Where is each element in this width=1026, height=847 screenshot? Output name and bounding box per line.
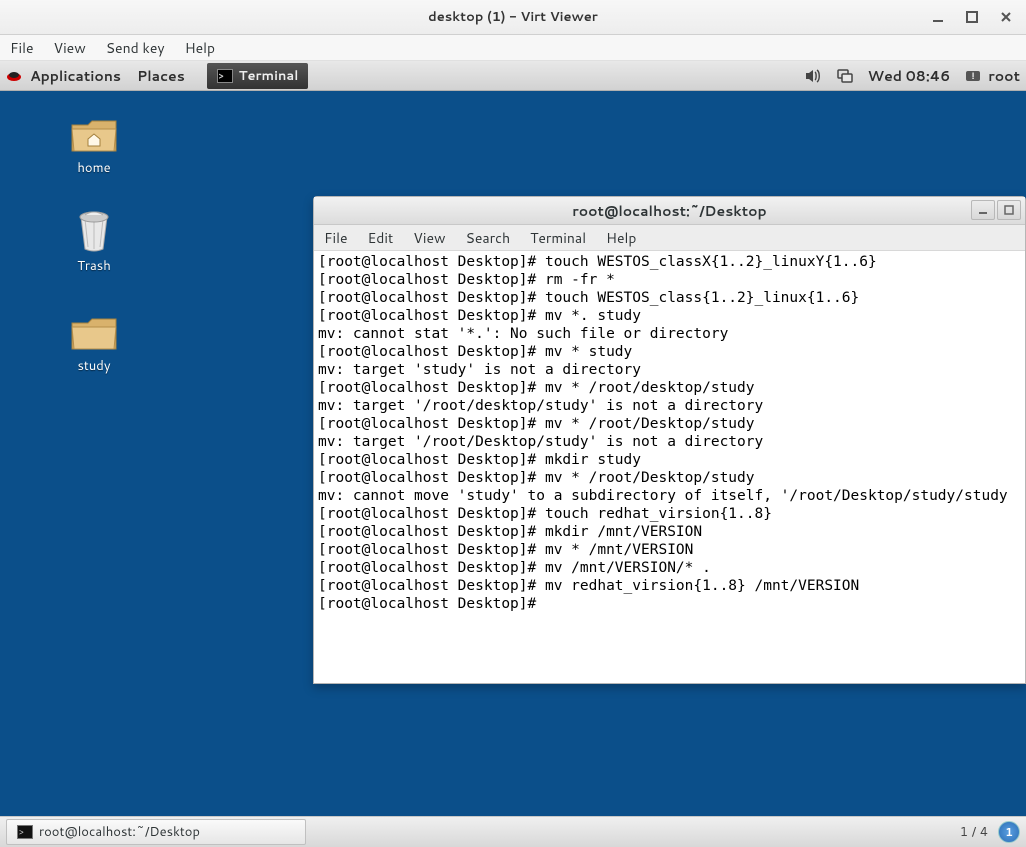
trash-icon: [73, 209, 115, 253]
terminal-menu-search[interactable]: Search: [466, 228, 511, 248]
bottom-task-terminal[interactable]: root@localhost:~/Desktop: [6, 819, 306, 845]
network-icon[interactable]: [836, 67, 854, 85]
terminal-titlebar[interactable]: root@localhost:~/Desktop: [314, 197, 1025, 225]
minimize-button[interactable]: [930, 9, 946, 25]
volume-icon[interactable]: [804, 67, 822, 85]
terminal-menu-help[interactable]: Help: [606, 228, 636, 248]
virt-menu-sendkey[interactable]: Send key: [106, 38, 165, 58]
terminal-menu-file[interactable]: File: [324, 228, 348, 248]
virt-menu-help[interactable]: Help: [185, 38, 215, 58]
bottom-panel: root@localhost:~/Desktop 1 / 4 1: [0, 816, 1026, 847]
applications-menu[interactable]: Applications: [6, 66, 121, 86]
terminal-output[interactable]: [root@localhost Desktop]# touch WESTOS_c…: [314, 251, 1025, 683]
home-folder-icon: [70, 115, 118, 155]
user-alert-icon: !: [964, 67, 982, 85]
gnome-top-panel: Applications Places Terminal Wed 08:46 !…: [0, 61, 1026, 91]
terminal-icon: [17, 825, 33, 839]
workspace-text: 1 / 4: [960, 823, 988, 841]
svg-text:!: !: [972, 69, 975, 82]
virt-menu-view[interactable]: View: [54, 38, 86, 58]
desktop-area[interactable]: home Trash study root@localhost:~/Deskto…: [0, 91, 1026, 816]
close-button[interactable]: [998, 9, 1014, 25]
terminal-icon: [217, 69, 233, 83]
terminal-window: root@localhost:~/Desktop File Edit View …: [313, 196, 1026, 684]
terminal-title: root@localhost:~/Desktop: [572, 201, 766, 221]
desktop-icon-study[interactable]: study: [54, 313, 134, 375]
virt-viewer-menubar: File View Send key Help: [0, 35, 1026, 61]
maximize-button[interactable]: [964, 9, 980, 25]
desktop-icon-home[interactable]: home: [54, 115, 134, 177]
taskbar-terminal[interactable]: Terminal: [207, 63, 309, 89]
virt-viewer-titlebar: desktop (1) - Virt Viewer: [0, 0, 1026, 35]
terminal-menubar: File Edit View Search Terminal Help: [314, 225, 1025, 251]
places-menu[interactable]: Places: [137, 66, 185, 86]
virt-menu-file[interactable]: File: [10, 38, 34, 58]
user-menu[interactable]: ! root: [964, 66, 1020, 86]
terminal-menu-view[interactable]: View: [413, 228, 445, 248]
desktop-icon-label: home: [54, 159, 134, 177]
virt-viewer-title: desktop (1) - Virt Viewer: [428, 8, 598, 26]
redhat-icon: [6, 68, 22, 84]
terminal-menu-edit[interactable]: Edit: [368, 228, 394, 248]
folder-icon: [70, 313, 118, 353]
workspace-switcher[interactable]: 1: [998, 821, 1020, 843]
desktop-icon-label: Trash: [54, 257, 134, 275]
desktop-icon-label: study: [54, 357, 134, 375]
clock[interactable]: Wed 08:46: [868, 66, 951, 86]
terminal-menu-terminal[interactable]: Terminal: [530, 228, 586, 248]
terminal-maximize-button[interactable]: [997, 200, 1021, 220]
bottom-task-label: root@localhost:~/Desktop: [39, 823, 200, 841]
terminal-minimize-button[interactable]: [971, 200, 995, 220]
desktop-icon-trash[interactable]: Trash: [54, 209, 134, 275]
